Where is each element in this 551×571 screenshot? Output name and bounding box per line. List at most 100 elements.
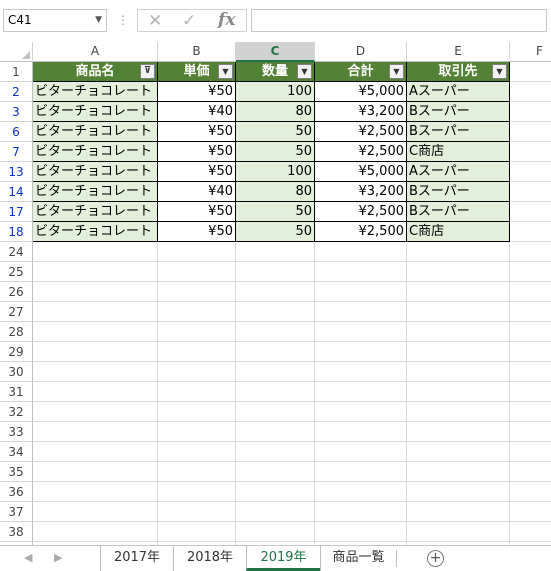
table-cell[interactable]: 80 bbox=[236, 182, 315, 202]
empty-cell[interactable] bbox=[158, 282, 236, 302]
table-cell[interactable]: 80 bbox=[236, 102, 315, 122]
empty-cell[interactable] bbox=[510, 522, 551, 542]
filter-dropdown-icon[interactable]: ▼ bbox=[297, 64, 312, 79]
empty-cell[interactable] bbox=[33, 402, 158, 422]
table-cell[interactable]: ¥2,500 bbox=[315, 122, 407, 142]
table-cell[interactable]: C商店 bbox=[407, 222, 510, 242]
empty-cell[interactable] bbox=[510, 82, 551, 102]
empty-cell[interactable] bbox=[407, 422, 510, 442]
empty-cell[interactable] bbox=[236, 302, 315, 322]
empty-cell[interactable] bbox=[236, 262, 315, 282]
row-header[interactable]: 2 bbox=[0, 82, 33, 102]
formula-input[interactable] bbox=[251, 9, 547, 32]
row-header[interactable]: 30 bbox=[0, 362, 33, 382]
empty-cell[interactable] bbox=[407, 522, 510, 542]
empty-cell[interactable] bbox=[33, 462, 158, 482]
table-cell[interactable]: ビターチョコレート bbox=[33, 122, 158, 142]
table-cell[interactable]: ¥2,500 bbox=[315, 142, 407, 162]
empty-cell[interactable] bbox=[158, 442, 236, 462]
table-cell[interactable]: 50 bbox=[236, 202, 315, 222]
filter-dropdown-icon[interactable]: ▼ bbox=[218, 64, 233, 79]
empty-cell[interactable] bbox=[158, 262, 236, 282]
row-header[interactable]: 35 bbox=[0, 462, 33, 482]
empty-cell[interactable] bbox=[236, 242, 315, 262]
empty-cell[interactable] bbox=[33, 482, 158, 502]
chevron-down-icon[interactable]: ▼ bbox=[95, 10, 102, 31]
table-cell[interactable]: Bスーパー bbox=[407, 182, 510, 202]
table-cell[interactable]: ¥3,200 bbox=[315, 182, 407, 202]
empty-cell[interactable] bbox=[315, 382, 407, 402]
table-cell[interactable]: ¥2,500 bbox=[315, 202, 407, 222]
row-header[interactable]: 17 bbox=[0, 202, 33, 222]
empty-cell[interactable] bbox=[407, 342, 510, 362]
empty-cell[interactable] bbox=[315, 302, 407, 322]
column-header-e[interactable]: E bbox=[407, 42, 510, 62]
table-cell[interactable]: Bスーパー bbox=[407, 122, 510, 142]
row-header[interactable]: 38 bbox=[0, 522, 33, 542]
empty-cell[interactable] bbox=[315, 422, 407, 442]
empty-cell[interactable] bbox=[407, 242, 510, 262]
empty-cell[interactable] bbox=[33, 342, 158, 362]
insert-function-icon[interactable]: fx bbox=[218, 10, 235, 31]
empty-cell[interactable] bbox=[33, 422, 158, 442]
select-all-corner[interactable] bbox=[0, 42, 33, 62]
row-header[interactable]: 31 bbox=[0, 382, 33, 402]
table-cell[interactable]: ビターチョコレート bbox=[33, 222, 158, 242]
add-sheet-button[interactable]: + bbox=[427, 550, 444, 567]
empty-cell[interactable] bbox=[315, 342, 407, 362]
empty-cell[interactable] bbox=[315, 502, 407, 522]
row-header[interactable]: 26 bbox=[0, 282, 33, 302]
empty-cell[interactable] bbox=[510, 262, 551, 282]
row-header[interactable]: 25 bbox=[0, 262, 33, 282]
empty-cell[interactable] bbox=[158, 242, 236, 262]
row-header[interactable]: 6 bbox=[0, 122, 33, 142]
filter-applied-icon[interactable]: ⊽ bbox=[140, 64, 155, 79]
row-header[interactable]: 29 bbox=[0, 342, 33, 362]
empty-cell[interactable] bbox=[158, 502, 236, 522]
empty-cell[interactable] bbox=[407, 322, 510, 342]
empty-cell[interactable] bbox=[158, 402, 236, 422]
table-cell[interactable]: ビターチョコレート bbox=[33, 142, 158, 162]
row-header[interactable]: 14 bbox=[0, 182, 33, 202]
empty-cell[interactable] bbox=[315, 242, 407, 262]
empty-cell[interactable] bbox=[315, 462, 407, 482]
empty-cell[interactable] bbox=[315, 522, 407, 542]
column-header-f[interactable]: F bbox=[510, 42, 551, 62]
table-cell[interactable]: ¥50 bbox=[158, 202, 236, 222]
table-cell[interactable]: ¥50 bbox=[158, 222, 236, 242]
empty-cell[interactable] bbox=[510, 442, 551, 462]
table-cell[interactable]: Aスーパー bbox=[407, 162, 510, 182]
sheet-tab-2018[interactable]: 2018年 bbox=[173, 546, 246, 571]
row-header[interactable]: 28 bbox=[0, 322, 33, 342]
column-header-b[interactable]: B bbox=[158, 42, 236, 62]
check-icon[interactable]: ✓ bbox=[182, 11, 196, 31]
row-header[interactable]: 32 bbox=[0, 402, 33, 422]
empty-cell[interactable] bbox=[33, 282, 158, 302]
empty-cell[interactable] bbox=[510, 242, 551, 262]
table-cell[interactable]: ¥5,000 bbox=[315, 82, 407, 102]
empty-cell[interactable] bbox=[236, 482, 315, 502]
empty-cell[interactable] bbox=[158, 522, 236, 542]
empty-cell[interactable] bbox=[407, 262, 510, 282]
next-sheet-icon[interactable]: ▶ bbox=[54, 550, 62, 566]
empty-cell[interactable] bbox=[315, 482, 407, 502]
empty-cell[interactable] bbox=[158, 422, 236, 442]
empty-cell[interactable] bbox=[315, 362, 407, 382]
filter-dropdown-icon[interactable]: ▼ bbox=[492, 64, 507, 79]
empty-cell[interactable] bbox=[510, 422, 551, 442]
table-cell[interactable]: ビターチョコレート bbox=[33, 162, 158, 182]
cancel-icon[interactable]: ✕ bbox=[148, 11, 162, 31]
empty-cell[interactable] bbox=[236, 282, 315, 302]
table-cell[interactable]: Aスーパー bbox=[407, 82, 510, 102]
empty-cell[interactable] bbox=[158, 362, 236, 382]
table-cell[interactable]: Bスーパー bbox=[407, 102, 510, 122]
table-cell[interactable]: Bスーパー bbox=[407, 202, 510, 222]
table-cell[interactable]: C商店 bbox=[407, 142, 510, 162]
column-header-a[interactable]: A bbox=[33, 42, 158, 62]
table-cell[interactable]: ¥5,000 bbox=[315, 162, 407, 182]
row-header[interactable]: 24 bbox=[0, 242, 33, 262]
row-header[interactable]: 13 bbox=[0, 162, 33, 182]
column-header-d[interactable]: D bbox=[315, 42, 407, 62]
row-header[interactable]: 27 bbox=[0, 302, 33, 322]
table-header-cell[interactable]: 合計 ▼ bbox=[315, 62, 407, 82]
